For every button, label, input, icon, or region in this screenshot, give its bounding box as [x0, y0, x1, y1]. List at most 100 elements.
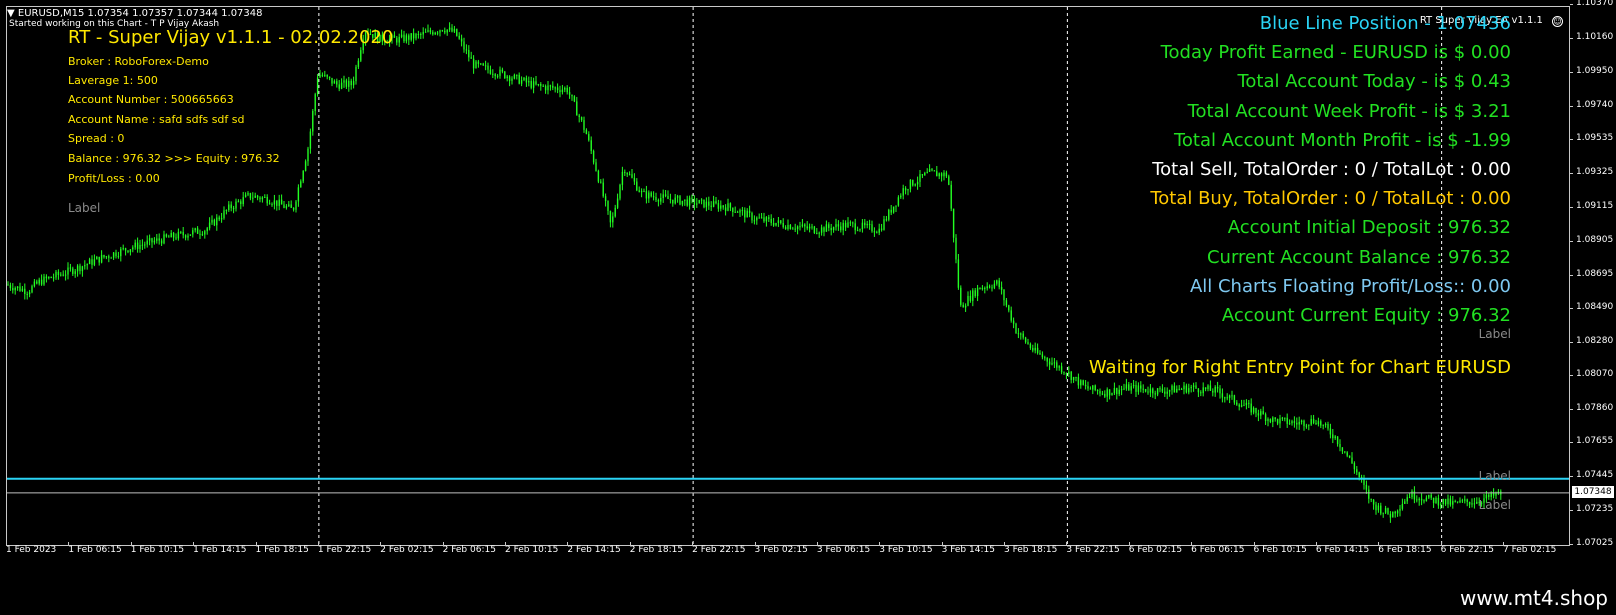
candle-body	[996, 280, 998, 284]
candle-body	[544, 86, 547, 91]
candle-body	[1027, 342, 1029, 344]
candle-body	[1125, 384, 1128, 389]
candle-body	[1087, 386, 1089, 389]
candle-body	[1293, 421, 1296, 423]
chart-window[interactable]: ▼ EURUSD,M15 1.07354 1.07357 1.07344 1.0…	[0, 0, 1616, 578]
candle-body	[981, 287, 984, 290]
price-tick-mark	[1570, 442, 1573, 444]
candle-body	[1476, 501, 1478, 504]
candle-body	[1444, 498, 1447, 505]
smiley-icon[interactable]: ☺	[1552, 16, 1563, 27]
candle-body	[616, 198, 619, 208]
candle-body	[919, 174, 921, 182]
candle-body	[952, 208, 955, 238]
candle-body	[782, 222, 784, 228]
time-tick-label: 1 Feb 2023	[6, 545, 57, 555]
candle-body	[667, 195, 669, 199]
candle-body	[1080, 380, 1082, 386]
candle-body	[427, 30, 429, 32]
candle-body	[984, 287, 986, 289]
candle-body	[1200, 392, 1202, 394]
candle-body	[1358, 472, 1360, 478]
candle-body	[153, 240, 156, 243]
candle-body	[854, 223, 856, 231]
candle-body	[765, 217, 768, 222]
candle-body	[760, 217, 763, 219]
candle-body	[1168, 390, 1171, 392]
candle-body	[40, 279, 43, 285]
triangle-down-icon[interactable]: ▼	[7, 8, 15, 19]
candle-body	[472, 58, 475, 69]
candle-body	[698, 200, 700, 204]
candle-body	[657, 199, 660, 202]
candle-body	[1260, 411, 1262, 416]
candle-body	[396, 37, 398, 43]
candle-body	[741, 210, 744, 212]
candle-body	[1238, 404, 1240, 407]
time-tick-label: 6 Feb 06:15	[1191, 545, 1245, 555]
candle-body	[67, 267, 69, 275]
candle-body	[871, 224, 873, 232]
candle-body	[168, 236, 170, 238]
candle-body	[50, 276, 52, 278]
candle-body	[1346, 452, 1348, 456]
candle-body	[943, 172, 945, 177]
candle-body	[676, 196, 679, 198]
spread-text: Spread : 0	[68, 132, 125, 145]
candle-body	[1180, 388, 1183, 390]
chart-menu[interactable]: ▼ EURUSD,M15 1.07354 1.07357 1.07344 1.0…	[7, 8, 263, 19]
candle-body	[1053, 362, 1056, 364]
candle-body	[410, 33, 412, 40]
price-axis[interactable]: 1.10370 1.10160 1.09950 1.09740 1.09535 1.093…	[1570, 0, 1616, 548]
time-tick-label: 2 Feb 10:15	[505, 545, 559, 555]
candle-body	[866, 223, 868, 226]
candle-body	[1461, 500, 1464, 502]
candle-body	[115, 252, 117, 257]
candle-body	[868, 223, 871, 225]
candle-body	[271, 204, 273, 206]
candle-body	[1065, 373, 1068, 375]
candle-body	[684, 199, 686, 201]
candle-body	[825, 224, 828, 232]
candle-body	[422, 32, 424, 35]
candle-body	[631, 174, 633, 178]
candle-body	[902, 188, 904, 196]
candle-body	[986, 286, 988, 289]
candle-body	[1380, 505, 1382, 514]
candle-body	[261, 197, 264, 200]
candle-body	[345, 80, 348, 87]
candle-body	[93, 259, 96, 265]
chart-plot-area[interactable]: ▼ EURUSD,M15 1.07354 1.07357 1.07344 1.0…	[6, 6, 1570, 546]
candle-body	[52, 277, 55, 279]
candle-body	[33, 281, 36, 287]
candle-body	[806, 226, 808, 229]
candle-body	[324, 74, 326, 76]
candle-body	[127, 250, 129, 253]
candle-body	[1442, 498, 1444, 505]
candle-body	[225, 210, 228, 212]
candle-body	[434, 32, 436, 35]
price-tick-label: 1.08695	[1576, 268, 1614, 279]
candle-body	[208, 222, 211, 229]
candle-body	[340, 82, 343, 89]
candle-body	[880, 228, 883, 230]
candle-body	[715, 201, 717, 204]
candle-body	[928, 169, 931, 172]
candle-body	[564, 87, 566, 90]
candle-body	[842, 222, 844, 231]
time-tick-mark	[1004, 542, 1005, 546]
candle-body	[1190, 386, 1192, 389]
time-tick-label: 6 Feb 02:15	[1128, 545, 1183, 555]
candle-body	[328, 76, 331, 78]
candle-body	[1329, 428, 1332, 435]
time-axis[interactable]: 1 Feb 2023 1 Feb 06:15 1 Feb 10:15 1 Feb 14…	[6, 542, 1570, 578]
candle-body	[88, 259, 91, 265]
candle-body	[756, 217, 758, 221]
candle-body	[813, 226, 816, 233]
candle-body	[148, 238, 151, 241]
candle-body	[1296, 422, 1298, 425]
candle-body	[45, 276, 48, 279]
candle-body	[1048, 361, 1051, 365]
candle-body	[604, 196, 607, 201]
candle-body	[218, 217, 220, 220]
